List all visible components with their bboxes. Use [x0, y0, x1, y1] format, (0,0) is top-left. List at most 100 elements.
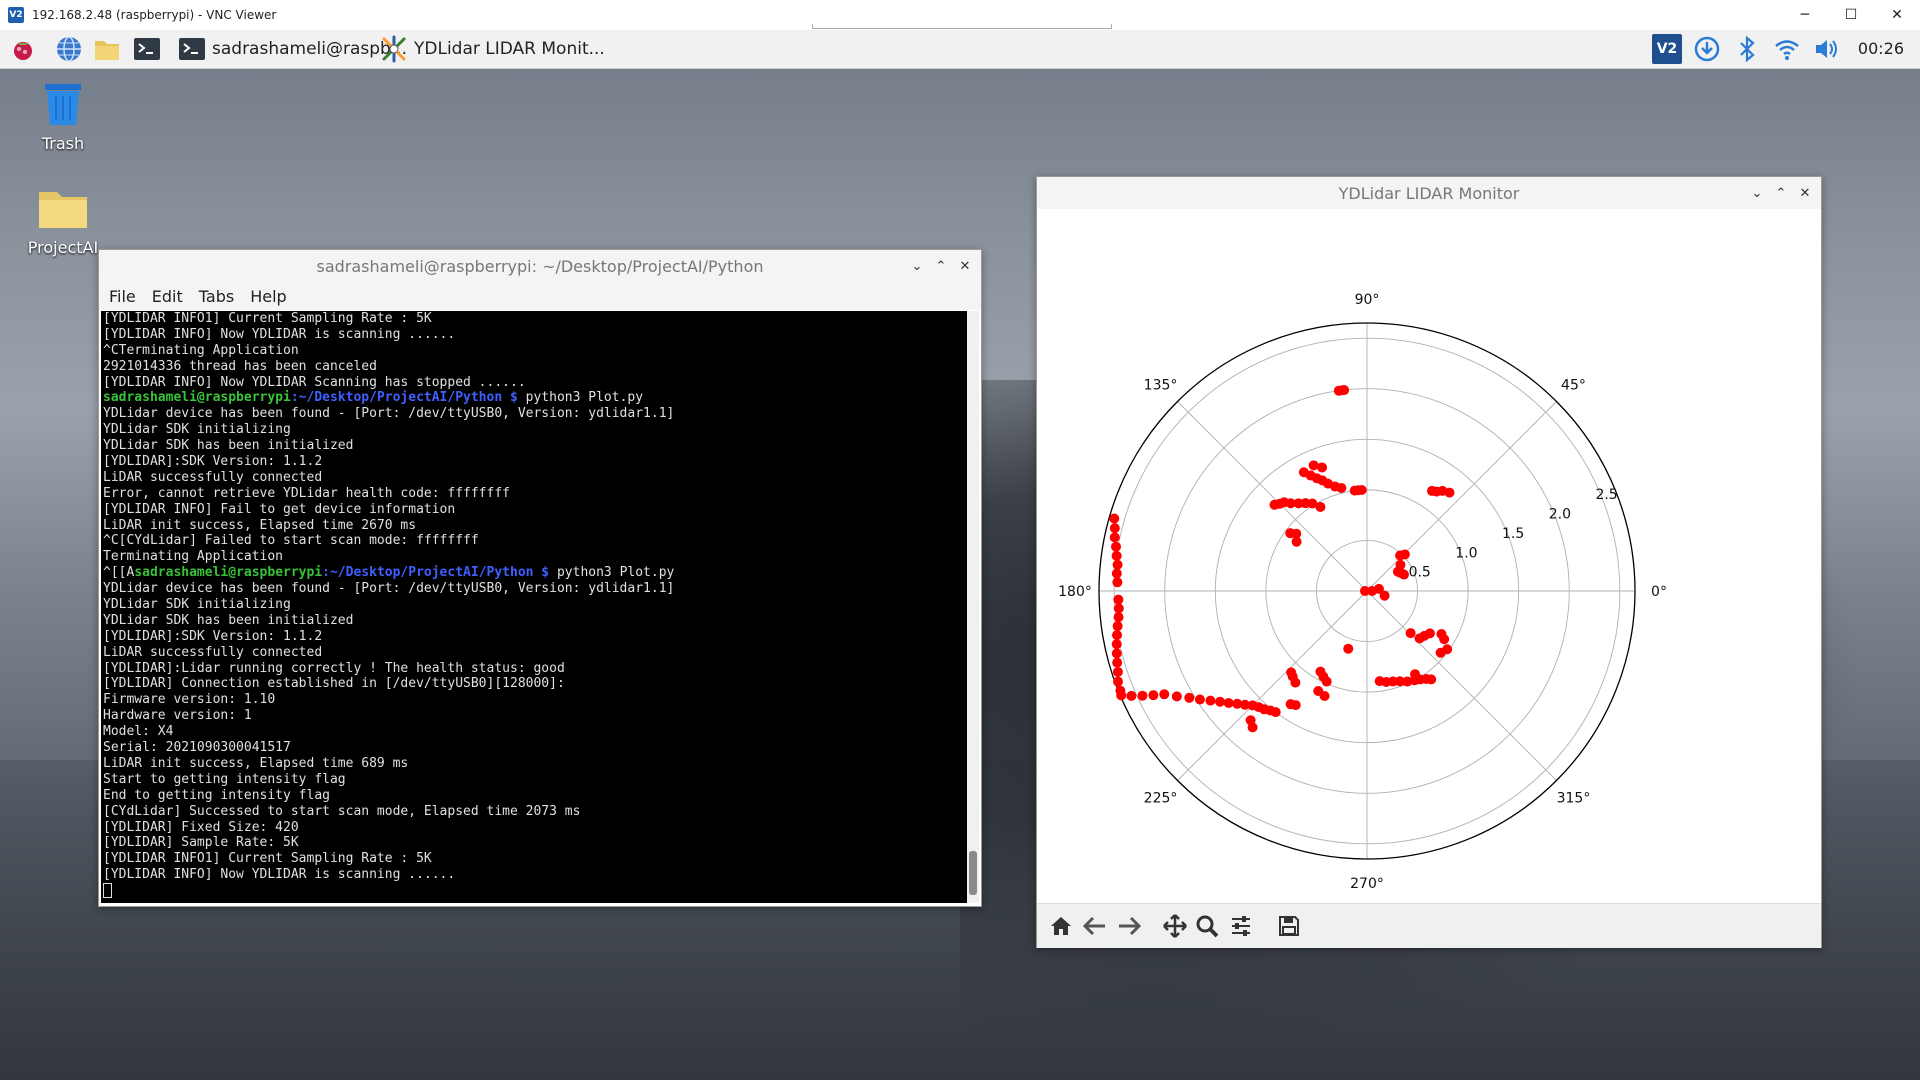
data-point	[1109, 532, 1120, 543]
terminal-line: [YDLIDAR] Connection established in [/de…	[103, 676, 565, 692]
menu-help[interactable]: Help	[250, 287, 286, 306]
angle-tick-label: 180°	[1058, 584, 1092, 600]
terminal-line: Hardware version: 1	[103, 708, 252, 724]
terminal-icon	[178, 35, 206, 63]
terminal-titlebar[interactable]: sadrashameli@raspberrypi: ~/Desktop/Proj…	[99, 250, 981, 282]
wifi-icon[interactable]	[1772, 34, 1802, 64]
terminal-line: YDLidar device has been found - [Port: /…	[103, 406, 675, 422]
terminal-scrollbar[interactable]	[967, 311, 979, 903]
terminal-line: [YDLIDAR INFO1] Current Sampling Rate : …	[103, 851, 432, 867]
prompt-command: python3 Plot.py	[517, 390, 644, 406]
vnc-icon[interactable]: V2	[1652, 34, 1682, 64]
forward-arrow-icon[interactable]	[1115, 913, 1143, 939]
angular-grid-line	[1177, 590, 1368, 781]
terminal-line: End to getting intensity flag	[103, 787, 330, 803]
data-point	[1436, 628, 1447, 639]
data-point	[1111, 648, 1122, 659]
maximize-button[interactable]: ☐	[1828, 0, 1874, 30]
vnc-titlebar: V2 192.168.2.48 (raspberrypi) - VNC View…	[0, 0, 1920, 31]
terminal-prompt-line[interactable]	[103, 883, 967, 899]
close-button[interactable]: ✕	[1874, 0, 1920, 30]
chevron-up-icon[interactable]: ⌃	[931, 256, 951, 276]
chevron-down-icon[interactable]: ⌄	[1747, 183, 1767, 203]
data-point	[1109, 513, 1120, 524]
angle-tick-label: 225°	[1144, 790, 1178, 806]
taskbar-task-terminal[interactable]: sadrashameli@raspb...	[178, 33, 407, 65]
prompt-user: sadrashameli@raspberrypi	[103, 390, 291, 406]
pan-icon[interactable]	[1161, 913, 1189, 939]
taskbar-task-lidar-monitor[interactable]: YDLidar LIDAR Monit...	[380, 33, 605, 65]
terminal-line: [YDLIDAR INFO] Now YDLIDAR is scanning .…	[103, 326, 456, 342]
terminal-line: LiDAR init success, Elapsed time 2670 ms	[103, 517, 417, 533]
menu-file[interactable]: File	[109, 287, 136, 306]
close-icon[interactable]: ✕	[1795, 183, 1815, 203]
plot-titlebar[interactable]: YDLidar LIDAR Monitor ⌄ ⌃ ✕	[1037, 177, 1821, 209]
menu-tabs[interactable]: Tabs	[199, 287, 234, 306]
download-icon[interactable]	[1692, 34, 1722, 64]
data-point	[1126, 690, 1137, 701]
raspberry-menu-icon[interactable]	[8, 34, 38, 64]
prompt-path: :~/Desktop/ProjectAI/Python $	[290, 390, 518, 406]
bluetooth-icon[interactable]	[1732, 34, 1762, 64]
data-point	[1109, 523, 1120, 534]
data-point	[1112, 621, 1123, 632]
data-point	[1137, 690, 1148, 701]
home-icon[interactable]	[1047, 913, 1075, 939]
data-point	[1111, 639, 1122, 650]
terminal-output[interactable]: [YDLIDAR INFO1] Current Sampling Rate : …	[101, 311, 967, 903]
lidar-monitor-window[interactable]: YDLidar LIDAR Monitor ⌄ ⌃ ✕ 0° 45° 90° 135°…	[1036, 176, 1822, 948]
configure-subplots-icon[interactable]	[1227, 913, 1255, 939]
data-point	[1113, 603, 1124, 614]
chevron-down-icon[interactable]: ⌄	[907, 256, 927, 276]
task-label: sadrashameli@raspb...	[212, 39, 408, 59]
radial-tick-label: 2.5	[1595, 487, 1617, 503]
data-point	[1298, 467, 1309, 478]
terminal-line: YDLidar SDK initializing	[103, 422, 291, 438]
data-point	[1205, 695, 1216, 706]
save-icon[interactable]	[1275, 913, 1303, 939]
browser-icon[interactable]	[54, 34, 84, 64]
trash-icon	[18, 80, 108, 130]
text-cursor	[103, 883, 112, 899]
data-point	[1290, 700, 1301, 711]
angular-grid-line	[1366, 401, 1557, 592]
minimize-button[interactable]: ─	[1782, 0, 1828, 30]
data-point	[1111, 568, 1122, 579]
taskbar: sadrashameli@raspb... YDLidar LIDAR Moni…	[0, 30, 1920, 69]
vnc-toolbar-handle[interactable]	[812, 24, 1112, 29]
data-point	[1424, 628, 1435, 639]
terminal-line: ^C[CYdLidar] Failed to start scan mode: …	[103, 533, 479, 549]
prompt-path: :~/Desktop/ProjectAI/Python $	[322, 565, 550, 581]
radial-tick-label: 0.5	[1409, 565, 1431, 581]
zoom-icon[interactable]	[1193, 913, 1221, 939]
polar-chart[interactable]: 0° 45° 90° 135° 180° 225° 270° 315° 0.5 1.0 1.5 2.0…	[1037, 209, 1821, 903]
menu-edit[interactable]: Edit	[152, 287, 183, 306]
desktop-trash[interactable]: Trash	[18, 80, 108, 153]
terminal-line: [CYdLidar] Successed to start scan mode,…	[103, 803, 581, 819]
terminal-line: Terminating Application	[103, 549, 284, 565]
clock[interactable]: 00:26	[1858, 39, 1904, 58]
terminal-window[interactable]: sadrashameli@raspberrypi: ~/Desktop/Proj…	[98, 249, 982, 907]
scrollbar-thumb[interactable]	[969, 851, 977, 895]
prompt-command: python3 Plot.py	[549, 565, 675, 581]
chevron-up-icon[interactable]: ⌃	[1771, 183, 1791, 203]
polar-plot-area[interactable]: 0° 45° 90° 135° 180° 225° 270° 315° 0.5 1.0 1.5 2.0…	[1037, 209, 1821, 903]
data-point	[1112, 657, 1123, 668]
folder-icon	[18, 186, 108, 234]
close-icon[interactable]: ✕	[955, 256, 975, 276]
file-manager-icon[interactable]	[92, 34, 122, 64]
terminal-launcher-icon[interactable]	[132, 34, 162, 64]
angular-grid-line	[1177, 401, 1368, 592]
data-point	[1148, 690, 1159, 701]
volume-icon[interactable]	[1812, 34, 1842, 64]
vnc-logo-icon: V2	[8, 7, 24, 23]
desktop-folder-projectai[interactable]: ProjectAI	[18, 186, 108, 257]
terminal-line: LiDAR init success, Elapsed time 689 ms	[103, 755, 409, 771]
terminal-line: sadrashameli@raspberrypi:~/Desktop/Proje…	[103, 390, 967, 406]
back-arrow-icon[interactable]	[1081, 913, 1109, 939]
data-point	[1285, 528, 1296, 539]
data-point	[1159, 689, 1170, 700]
data-point	[1426, 485, 1437, 496]
terminal-line: [YDLIDAR] Fixed Size: 420	[103, 819, 299, 835]
task-label: YDLidar LIDAR Monit...	[414, 39, 605, 59]
